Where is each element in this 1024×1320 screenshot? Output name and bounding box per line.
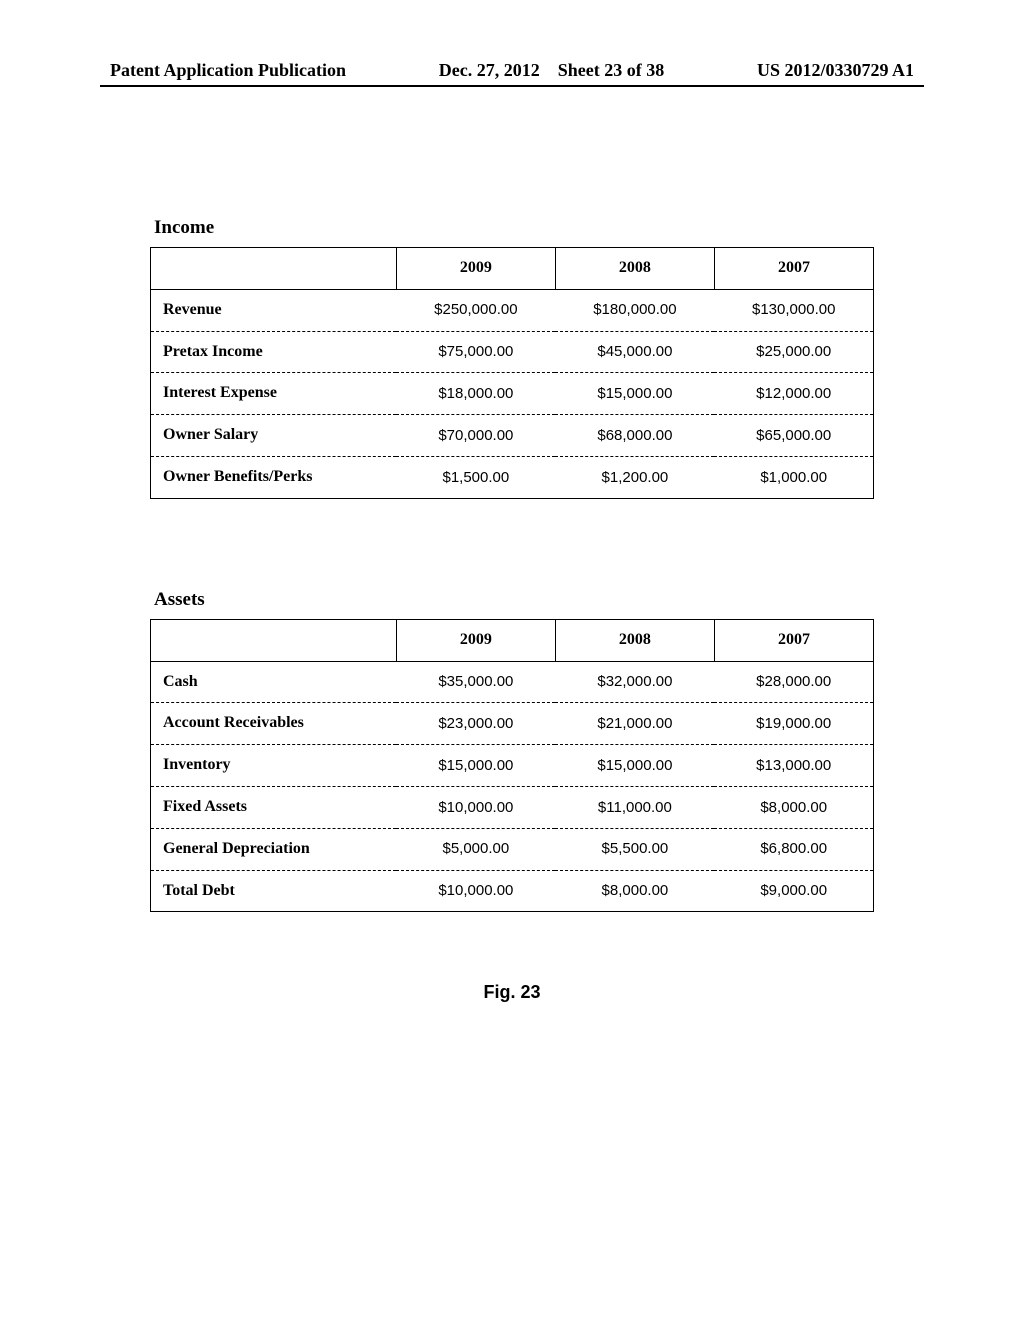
assets-header-year: 2008 <box>555 619 714 661</box>
income-section: Income 2009 2008 2007 Revenue $250,000.0… <box>100 217 924 499</box>
table-row: Total Debt $10,000.00 $8,000.00 $9,000.0… <box>151 870 874 912</box>
income-header-blank <box>151 248 397 290</box>
row-value: $25,000.00 <box>714 331 873 373</box>
row-value: $18,000.00 <box>396 373 555 415</box>
row-value: $6,800.00 <box>714 828 873 870</box>
assets-header-year: 2007 <box>714 619 873 661</box>
row-value: $10,000.00 <box>396 870 555 912</box>
header-publication: Patent Application Publication <box>110 60 346 81</box>
header-sheet: Dec. 27, 2012 Sheet 23 of 38 <box>439 60 664 81</box>
row-value: $28,000.00 <box>714 661 873 703</box>
row-value: $15,000.00 <box>555 745 714 787</box>
table-header-row: 2009 2008 2007 <box>151 619 874 661</box>
row-value: $75,000.00 <box>396 331 555 373</box>
row-value: $180,000.00 <box>555 289 714 331</box>
row-value: $45,000.00 <box>555 331 714 373</box>
row-value: $10,000.00 <box>396 786 555 828</box>
row-value: $15,000.00 <box>396 745 555 787</box>
row-value: $21,000.00 <box>555 703 714 745</box>
assets-header-year: 2009 <box>396 619 555 661</box>
table-row: General Depreciation $5,000.00 $5,500.00… <box>151 828 874 870</box>
table-row: Account Receivables $23,000.00 $21,000.0… <box>151 703 874 745</box>
row-value: $250,000.00 <box>396 289 555 331</box>
row-label: General Depreciation <box>151 828 397 870</box>
income-title: Income <box>154 217 874 239</box>
row-value: $19,000.00 <box>714 703 873 745</box>
row-value: $130,000.00 <box>714 289 873 331</box>
income-header-year: 2008 <box>555 248 714 290</box>
row-value: $65,000.00 <box>714 415 873 457</box>
assets-header-blank <box>151 619 397 661</box>
row-value: $13,000.00 <box>714 745 873 787</box>
header-rule <box>100 85 924 87</box>
row-value: $8,000.00 <box>714 786 873 828</box>
row-value: $32,000.00 <box>555 661 714 703</box>
assets-table: 2009 2008 2007 Cash $35,000.00 $32,000.0… <box>150 619 874 913</box>
figure-caption: Fig. 23 <box>100 982 924 1003</box>
row-value: $11,000.00 <box>555 786 714 828</box>
row-value: $1,200.00 <box>555 456 714 498</box>
row-label: Owner Benefits/Perks <box>151 456 397 498</box>
row-value: $5,000.00 <box>396 828 555 870</box>
row-label: Revenue <box>151 289 397 331</box>
row-value: $9,000.00 <box>714 870 873 912</box>
table-row: Interest Expense $18,000.00 $15,000.00 $… <box>151 373 874 415</box>
row-value: $8,000.00 <box>555 870 714 912</box>
header-sheet-number: Sheet 23 of 38 <box>558 60 665 80</box>
row-value: $70,000.00 <box>396 415 555 457</box>
row-label: Interest Expense <box>151 373 397 415</box>
row-value: $12,000.00 <box>714 373 873 415</box>
row-value: $68,000.00 <box>555 415 714 457</box>
page-header: Patent Application Publication Dec. 27, … <box>100 60 924 81</box>
table-row: Pretax Income $75,000.00 $45,000.00 $25,… <box>151 331 874 373</box>
row-value: $5,500.00 <box>555 828 714 870</box>
income-header-year: 2009 <box>396 248 555 290</box>
assets-section: Assets 2009 2008 2007 Cash $35,000.00 $3… <box>100 589 924 913</box>
row-value: $15,000.00 <box>555 373 714 415</box>
row-label: Owner Salary <box>151 415 397 457</box>
row-value: $23,000.00 <box>396 703 555 745</box>
table-row: Cash $35,000.00 $32,000.00 $28,000.00 <box>151 661 874 703</box>
income-table: 2009 2008 2007 Revenue $250,000.00 $180,… <box>150 247 874 499</box>
patent-page: Patent Application Publication Dec. 27, … <box>0 0 1024 1063</box>
table-row: Inventory $15,000.00 $15,000.00 $13,000.… <box>151 745 874 787</box>
row-label: Cash <box>151 661 397 703</box>
row-value: $35,000.00 <box>396 661 555 703</box>
row-value: $1,000.00 <box>714 456 873 498</box>
row-label: Inventory <box>151 745 397 787</box>
header-date: Dec. 27, 2012 <box>439 60 540 80</box>
row-value: $1,500.00 <box>396 456 555 498</box>
assets-title: Assets <box>154 589 874 611</box>
income-header-year: 2007 <box>714 248 873 290</box>
row-label: Total Debt <box>151 870 397 912</box>
table-row: Fixed Assets $10,000.00 $11,000.00 $8,00… <box>151 786 874 828</box>
header-doc-number: US 2012/0330729 A1 <box>757 60 914 81</box>
table-header-row: 2009 2008 2007 <box>151 248 874 290</box>
row-label: Account Receivables <box>151 703 397 745</box>
row-label: Pretax Income <box>151 331 397 373</box>
table-row: Revenue $250,000.00 $180,000.00 $130,000… <box>151 289 874 331</box>
row-label: Fixed Assets <box>151 786 397 828</box>
table-row: Owner Benefits/Perks $1,500.00 $1,200.00… <box>151 456 874 498</box>
table-row: Owner Salary $70,000.00 $68,000.00 $65,0… <box>151 415 874 457</box>
